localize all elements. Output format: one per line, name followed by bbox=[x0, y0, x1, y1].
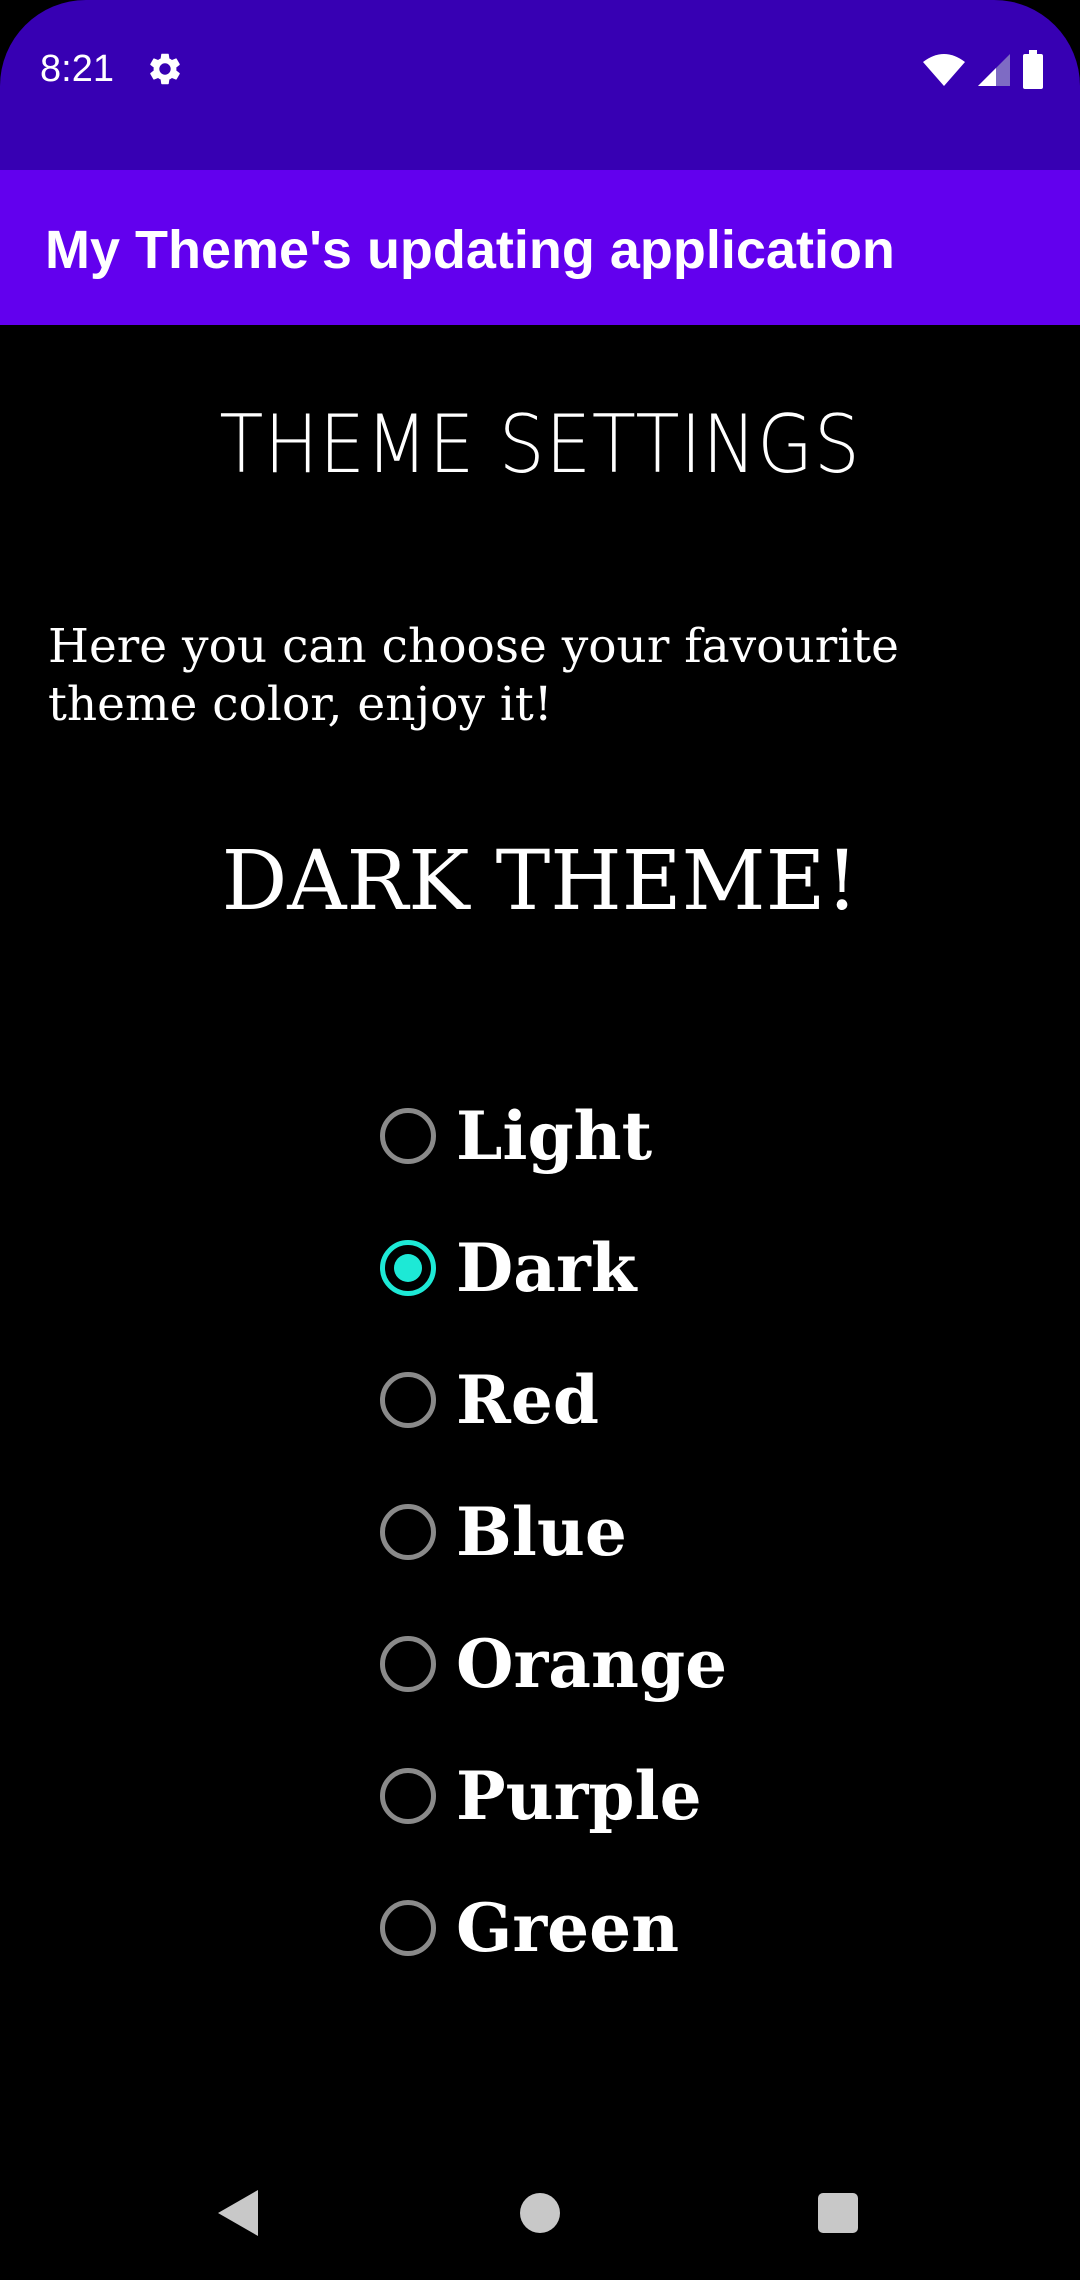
radio-option-orange[interactable]: Orange bbox=[380, 1598, 727, 1730]
app-bar: My Theme's updating application bbox=[0, 170, 1080, 325]
radio-option-blue[interactable]: Blue bbox=[380, 1466, 727, 1598]
radio-option-purple[interactable]: Purple bbox=[380, 1730, 727, 1862]
page-title: THEME SETTINGS bbox=[219, 398, 861, 491]
status-time: 8:21 bbox=[40, 48, 114, 90]
radio-button-icon[interactable] bbox=[380, 1108, 436, 1164]
radio-button-icon[interactable] bbox=[380, 1636, 436, 1692]
battery-icon bbox=[1023, 50, 1043, 89]
radio-button-icon[interactable] bbox=[380, 1240, 436, 1296]
navigation-bar bbox=[0, 2160, 1080, 2280]
wifi-icon bbox=[923, 54, 965, 86]
gear-icon bbox=[150, 53, 180, 85]
app-title: My Theme's updating application bbox=[45, 220, 895, 280]
radio-option-green[interactable]: Green bbox=[380, 1862, 727, 1994]
radio-option-red[interactable]: Red bbox=[380, 1334, 727, 1466]
radio-option-light[interactable]: Light bbox=[380, 1070, 727, 1202]
radio-option-dark[interactable]: Dark bbox=[380, 1202, 727, 1334]
screen: 8:21 My Theme's updating application THE… bbox=[0, 0, 1080, 2280]
home-icon[interactable] bbox=[520, 2193, 560, 2233]
theme-radio-group: Light Dark Red Blue Orange Purple Green bbox=[380, 1070, 727, 1994]
radio-label[interactable]: Orange bbox=[456, 1624, 727, 1704]
intro-text: Here you can choose your favourite theme… bbox=[48, 619, 899, 732]
status-bar: 8:21 bbox=[0, 0, 1080, 170]
signal-icon bbox=[978, 54, 1010, 86]
recents-icon[interactable] bbox=[818, 2193, 858, 2233]
radio-button-icon[interactable] bbox=[380, 1372, 436, 1428]
radio-button-icon[interactable] bbox=[380, 1504, 436, 1560]
radio-label[interactable]: Blue bbox=[456, 1492, 627, 1572]
radio-label[interactable]: Dark bbox=[456, 1228, 637, 1308]
radio-label[interactable]: Red bbox=[456, 1360, 599, 1440]
radio-label[interactable]: Purple bbox=[456, 1756, 702, 1836]
radio-button-icon[interactable] bbox=[380, 1768, 436, 1824]
current-theme-label: DARK THEME! bbox=[221, 834, 859, 929]
radio-label[interactable]: Light bbox=[456, 1096, 652, 1176]
radio-label[interactable]: Green bbox=[456, 1888, 679, 1968]
back-icon[interactable] bbox=[218, 2190, 258, 2236]
radio-button-icon[interactable] bbox=[380, 1900, 436, 1956]
status-icons bbox=[922, 50, 1044, 90]
